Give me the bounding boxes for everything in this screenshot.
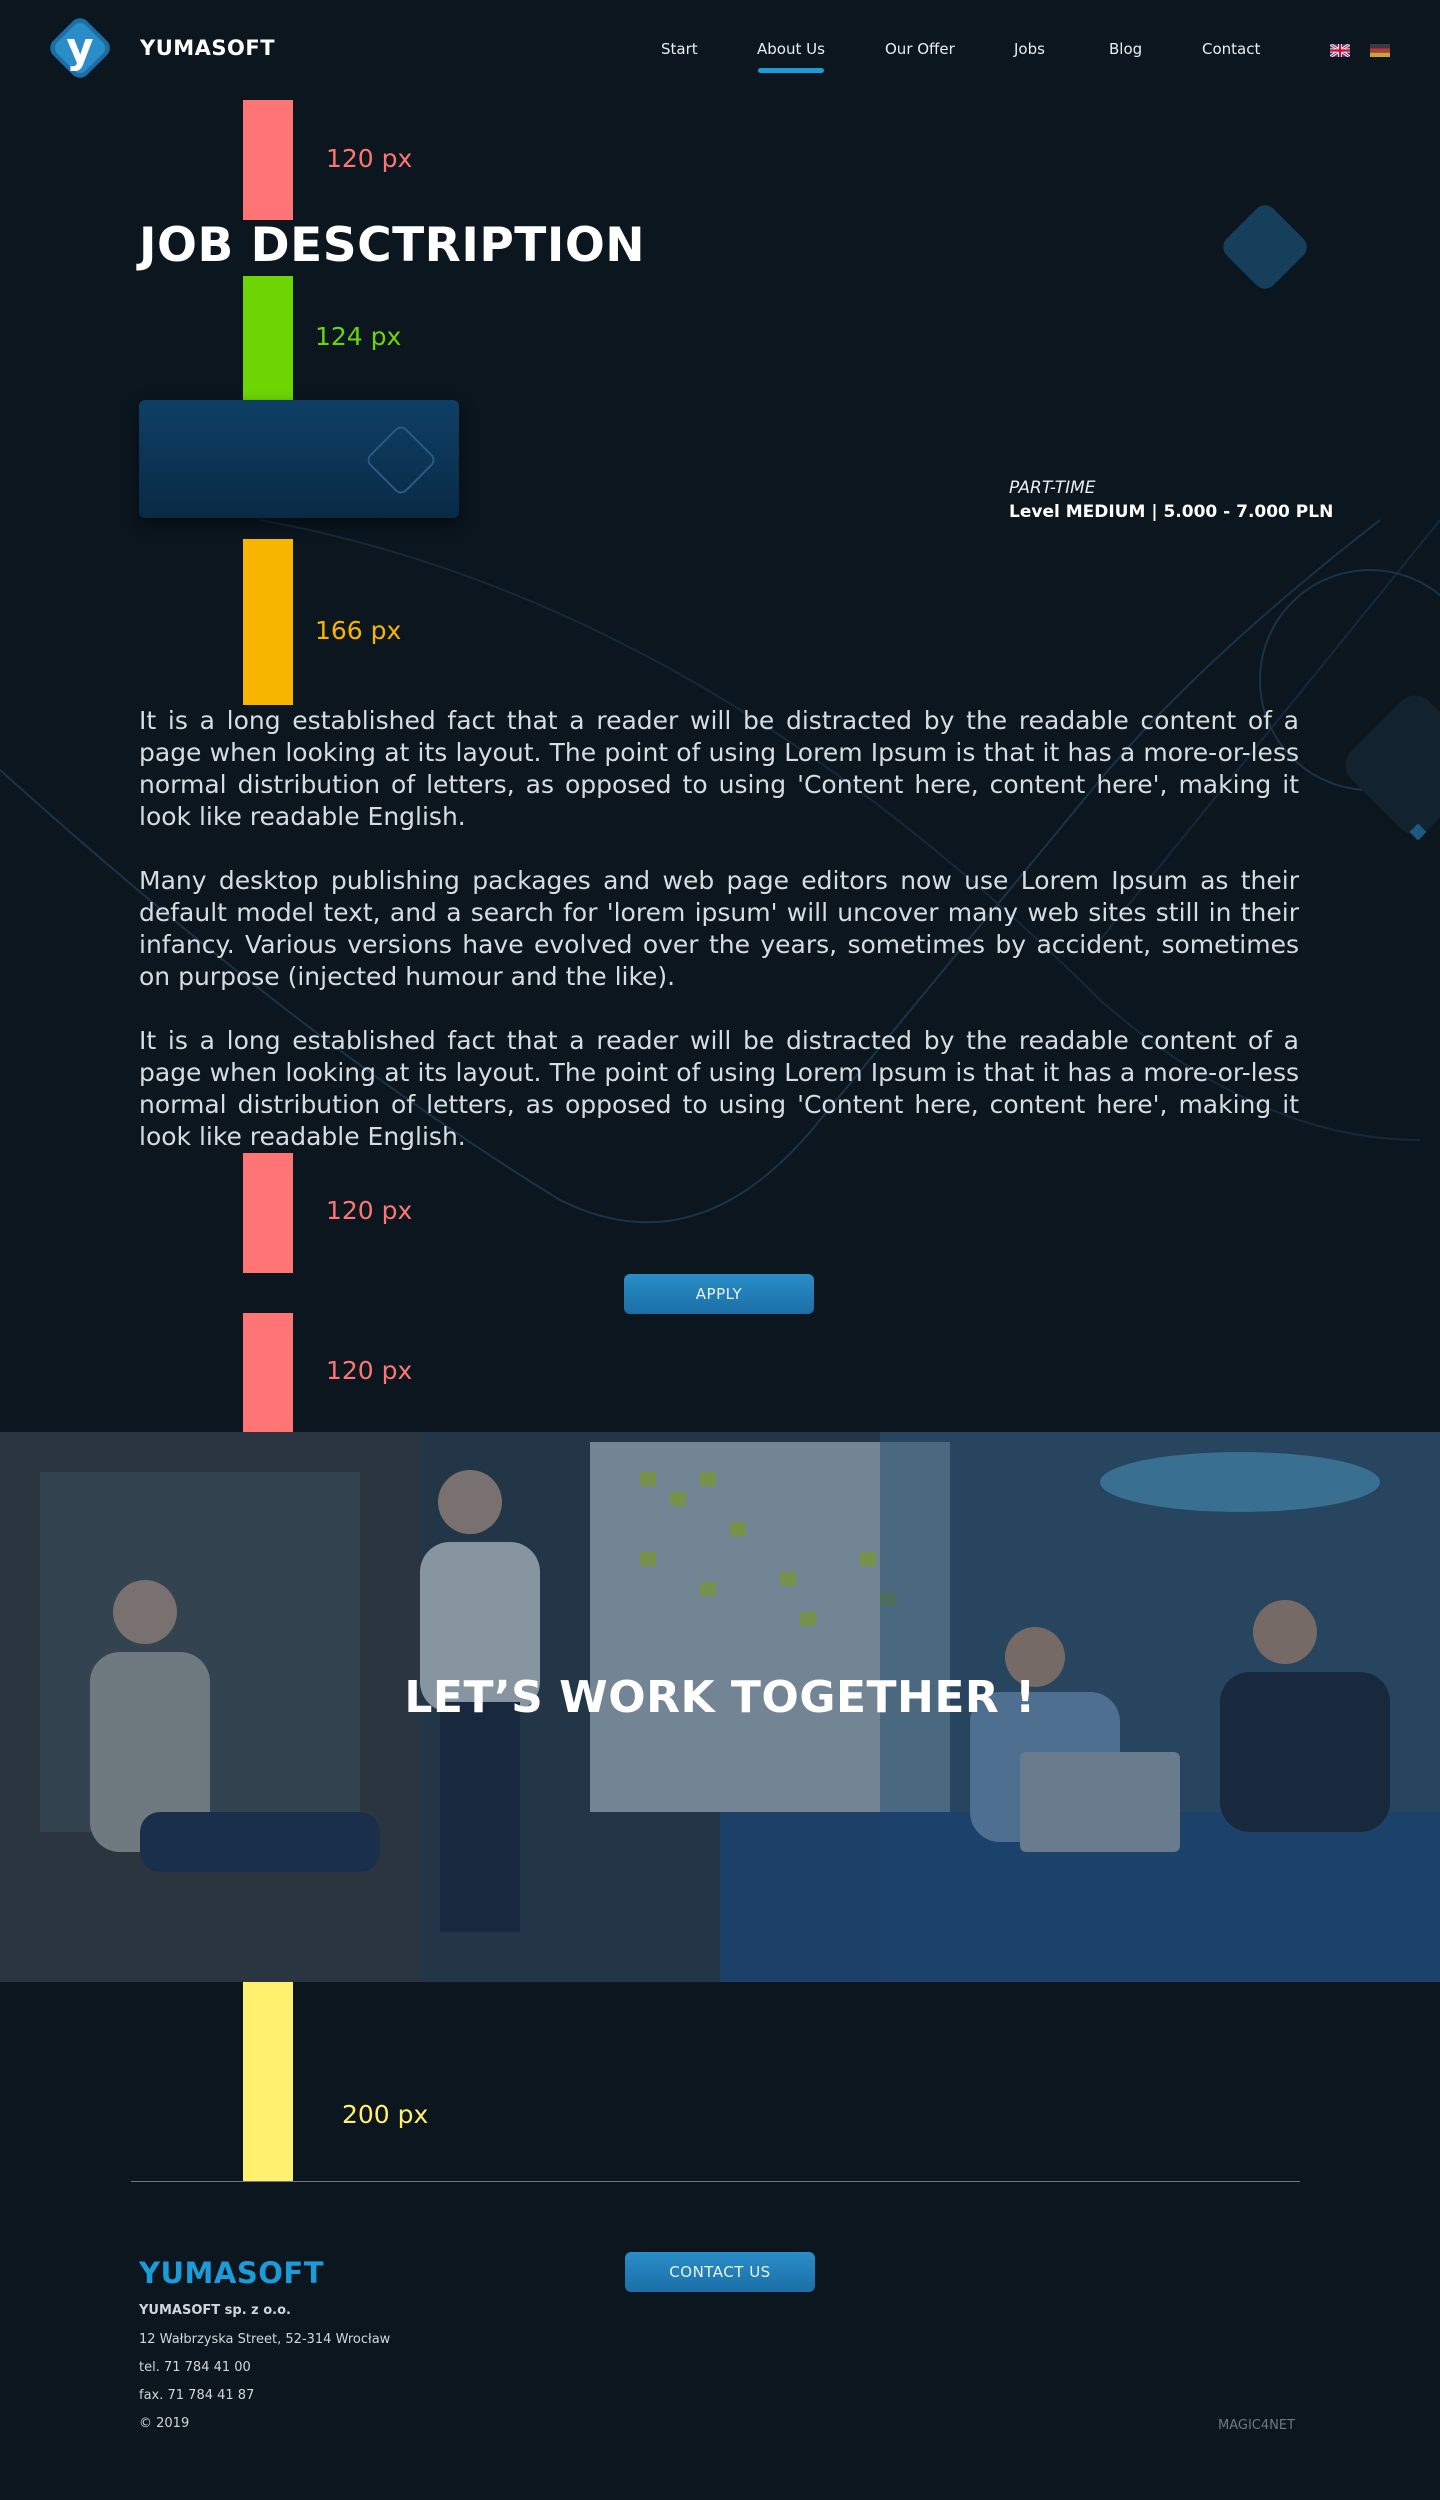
german-flag-icon[interactable] <box>1370 44 1390 57</box>
spacer-marker-166 <box>243 539 293 705</box>
job-image-card <box>139 400 459 518</box>
job-paragraph: It is a long established fact that a rea… <box>139 1026 1299 1151</box>
banner-title: LET’S WORK TOGETHER ! <box>404 1672 1036 1723</box>
spacer-label: 200 px <box>342 2100 429 2129</box>
spacer-label: 120 px <box>326 1196 413 1225</box>
nav-about-us[interactable]: About Us <box>757 40 825 58</box>
footer-fax: fax. 71 784 41 87 <box>139 2388 255 2403</box>
brand-name[interactable]: YUMASOFT <box>140 36 275 60</box>
contact-us-button[interactable]: CONTACT US <box>625 2252 815 2292</box>
footer-address: 12 Wałbrzyska Street, 52-314 Wrocław <box>139 2332 391 2347</box>
card-diamond-icon <box>364 423 438 497</box>
footer-brand[interactable]: YUMASOFT <box>139 2256 324 2290</box>
spacer-marker-200 <box>243 1982 293 2182</box>
spacer-label: 120 px <box>326 144 413 173</box>
job-type: PART-TIME <box>1009 478 1096 498</box>
spacer-marker-120 <box>243 100 293 220</box>
footer-phone[interactable]: tel. 71 784 41 00 <box>139 2360 251 2375</box>
nav-jobs[interactable]: Jobs <box>1014 40 1045 58</box>
apply-button[interactable]: APPLY <box>624 1274 814 1314</box>
job-paragraph: Many desktop publishing packages and web… <box>139 866 1299 991</box>
team-photo-banner: LET’S WORK TOGETHER ! <box>0 1432 1440 1982</box>
job-level-salary: Level MEDIUM | 5.000 - 7.000 PLN <box>1009 502 1334 522</box>
yumasoft-logo-icon[interactable]: y <box>44 12 116 84</box>
diamond-decoration <box>1218 200 1312 294</box>
spacer-label: 166 px <box>315 616 402 645</box>
footer-credit-link[interactable]: MAGIC4NET <box>1218 2418 1295 2433</box>
nav-blog[interactable]: Blog <box>1109 40 1142 58</box>
spacer-marker-120 <box>243 1153 293 1273</box>
uk-flag-icon[interactable] <box>1330 44 1350 57</box>
footer-company: YUMASOFT sp. z o.o. <box>139 2303 291 2318</box>
spacer-label: 124 px <box>315 322 402 351</box>
nav-start[interactable]: Start <box>661 40 698 58</box>
footer-copyright: © 2019 <box>139 2416 190 2431</box>
spacer-marker-120 <box>243 1313 293 1433</box>
page-title: JOB DESCTRIPTION <box>139 218 646 273</box>
nav-our-offer[interactable]: Our Offer <box>885 40 955 58</box>
job-paragraph: It is a long established fact that a rea… <box>139 706 1299 831</box>
spacer-label: 120 px <box>326 1356 413 1385</box>
nav-active-indicator <box>758 68 824 73</box>
nav-contact[interactable]: Contact <box>1202 40 1260 58</box>
svg-text:y: y <box>66 23 93 72</box>
footer-divider <box>131 2181 1300 2182</box>
spacer-marker-124 <box>243 276 293 400</box>
